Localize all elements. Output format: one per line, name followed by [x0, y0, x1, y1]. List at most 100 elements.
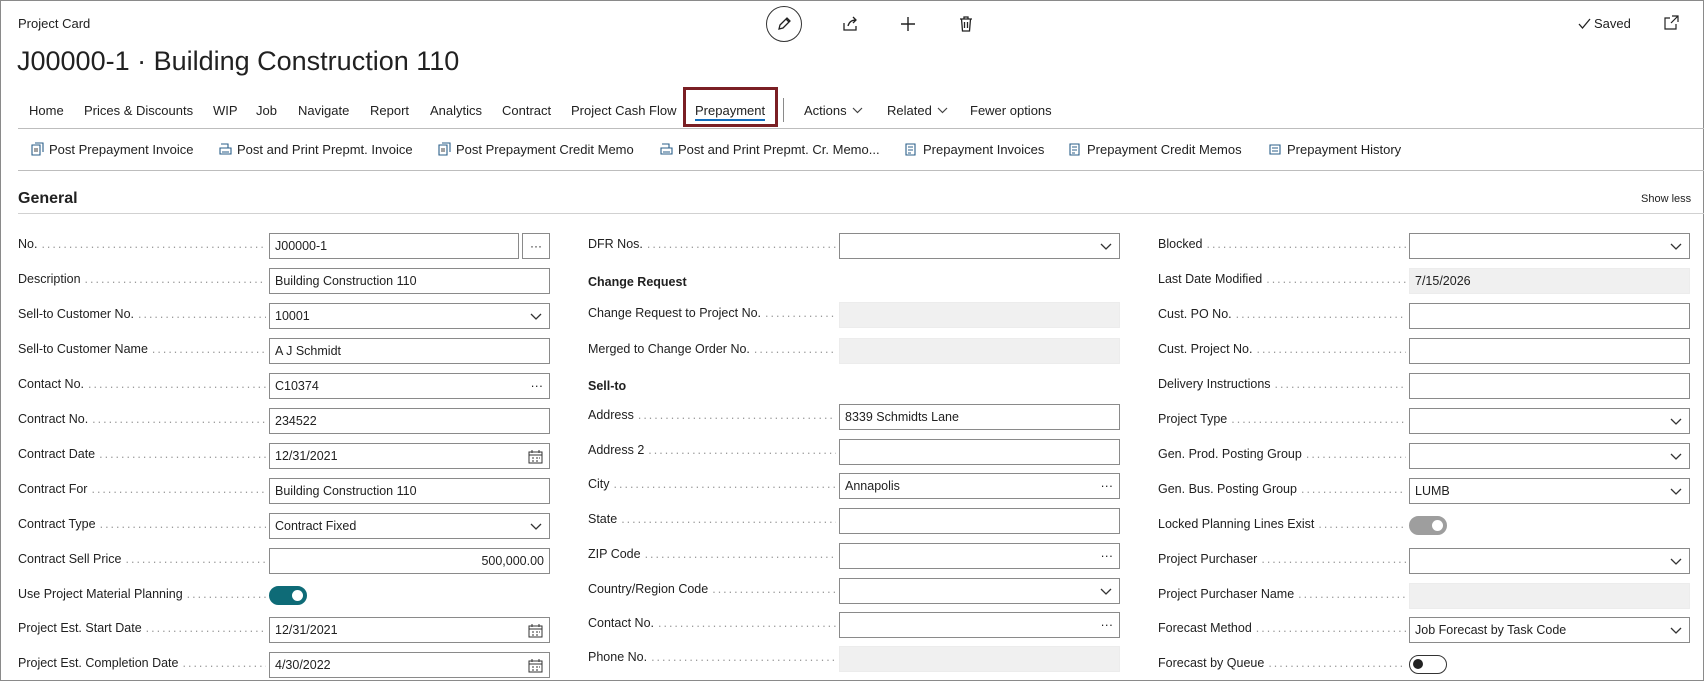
menu-related-dropdown[interactable]: Related: [887, 103, 948, 118]
contract-sell-price-field[interactable]: 500,000.00: [269, 548, 550, 574]
delivery-instructions-field[interactable]: [1409, 373, 1690, 399]
leader-dots: ........................................…: [91, 482, 266, 496]
project-purchaser-field[interactable]: [1409, 548, 1690, 574]
field-row-last-date-modified: Last Date Modified......................…: [1158, 268, 1690, 294]
post-print-icon: [219, 143, 232, 155]
edit-button[interactable]: [766, 6, 802, 42]
calendar-icon: [528, 659, 543, 673]
post-print-icon: [660, 143, 673, 155]
use-project-material-planning-toggle[interactable]: [269, 586, 307, 605]
project-est-completion-date-field[interactable]: 4/30/2022: [269, 652, 550, 678]
divider: [18, 213, 1704, 214]
leader-dots: ........................................…: [84, 272, 266, 286]
city-field[interactable]: Annapolis ···: [839, 473, 1120, 499]
description-field[interactable]: Building Construction 110: [269, 268, 550, 294]
field-value: Building Construction 110: [275, 274, 417, 288]
prepayment-invoices-button[interactable]: Prepayment Invoices: [904, 142, 1044, 157]
state-field[interactable]: [839, 508, 1120, 534]
field-row-contract-no: Contract No.............................…: [18, 408, 550, 434]
contact-no-field[interactable]: C10374 ···: [269, 373, 550, 399]
cust-project-no-field[interactable]: [1409, 338, 1690, 364]
show-less-link[interactable]: Show less: [1641, 193, 1691, 205]
forecast-method-field[interactable]: Job Forecast by Task Code: [1409, 617, 1690, 643]
popout-button[interactable]: [1664, 15, 1679, 33]
contract-type-field[interactable]: Contract Fixed: [269, 513, 550, 539]
country-region-code-field[interactable]: [839, 578, 1120, 604]
contract-date-field[interactable]: 12/31/2021: [269, 443, 550, 469]
lookup-icon: ···: [1100, 479, 1114, 493]
field-label: City....................................…: [588, 477, 836, 491]
leader-dots: ........................................…: [138, 307, 266, 321]
forecast-by-queue-toggle[interactable]: [1409, 655, 1447, 674]
leader-dots: ........................................…: [1266, 272, 1406, 286]
no-lookup-button[interactable]: ···: [522, 233, 550, 259]
sell-to-customer-no-field[interactable]: 10001: [269, 303, 550, 329]
field-row-state: State...................................…: [588, 508, 1120, 534]
field-label-text: Gen. Bus. Posting Group: [1158, 482, 1297, 496]
post-prepayment-credit-memo-button[interactable]: Post Prepayment Credit Memo: [437, 142, 634, 157]
project-type-field[interactable]: [1409, 408, 1690, 434]
chevron-down-icon: [1670, 418, 1682, 425]
leader-dots: ........................................…: [1305, 447, 1406, 461]
dfr-nos-field[interactable]: [839, 233, 1120, 259]
cust-po-no-field[interactable]: [1409, 303, 1690, 329]
action-label: Prepayment Invoices: [923, 142, 1045, 157]
leader-dots: ........................................…: [1268, 656, 1406, 670]
contract-for-field[interactable]: Building Construction 110: [269, 478, 550, 504]
chevron-down-icon: [937, 107, 948, 114]
field-label: Project Type............................…: [1158, 412, 1406, 426]
phone-no-field: [839, 646, 1120, 672]
section-title[interactable]: General: [18, 190, 78, 208]
menu-contract[interactable]: Contract: [502, 103, 551, 118]
zip-code-field[interactable]: ···: [839, 543, 1120, 569]
menu-report[interactable]: Report: [370, 103, 409, 118]
field-row-address-2: Address 2...............................…: [588, 439, 1120, 465]
field-label-text: DFR Nos.: [588, 237, 643, 251]
field-label-text: Contract Type: [18, 517, 96, 531]
field-label-text: Project Est. Completion Date: [18, 656, 179, 670]
gen-prod-posting-group-field[interactable]: [1409, 443, 1690, 469]
blocked-field[interactable]: [1409, 233, 1690, 259]
lookup-icon: ···: [1100, 618, 1114, 632]
post-print-prepmt-invoice-button[interactable]: Post and Print Prepmt. Invoice: [218, 142, 413, 157]
address-field[interactable]: 8339 Schmidts Lane: [839, 404, 1120, 430]
action-label: Post and Print Prepmt. Invoice: [237, 142, 413, 157]
menu-separator: [783, 98, 784, 122]
page-title: J00000-1 · Building Construction 110: [17, 46, 460, 76]
gen-bus-posting-group-field[interactable]: LUMB: [1409, 478, 1690, 504]
field-row-project-est-completion-date: Project Est. Completion Date............…: [18, 652, 550, 678]
chevron-down-icon: [1100, 588, 1112, 595]
menu-wip[interactable]: WIP: [213, 103, 238, 118]
prepayment-history-button[interactable]: Prepayment History: [1268, 142, 1401, 157]
post-prepayment-invoice-button[interactable]: Post Prepayment Invoice: [30, 142, 194, 157]
new-button[interactable]: [898, 14, 918, 34]
menu-actions-dropdown[interactable]: Actions: [804, 103, 863, 118]
post-print-prepmt-cr-memo-button[interactable]: Post and Print Prepmt. Cr. Memo...: [659, 142, 880, 157]
menu-prepayment-active[interactable]: Prepayment: [695, 103, 766, 121]
no-field[interactable]: J00000-1: [269, 233, 519, 259]
menu-analytics[interactable]: Analytics: [430, 103, 482, 118]
leader-dots: ........................................…: [186, 587, 266, 601]
menu-job[interactable]: Job: [256, 103, 277, 118]
menu-project-cash-flow[interactable]: Project Cash Flow: [571, 103, 676, 118]
field-label-text: Contact No.: [18, 377, 85, 391]
field-label: Project Est. Completion Date............…: [18, 656, 266, 670]
menu-home[interactable]: Home: [29, 103, 64, 118]
field-row-merged-to-change-order-no: Merged to Change Order No...............…: [588, 338, 1120, 364]
menu-prices-discounts[interactable]: Prices & Discounts: [84, 103, 193, 118]
address-2-field[interactable]: [839, 439, 1120, 465]
calendar-icon: [528, 450, 543, 464]
sell-to-customer-name-field[interactable]: A J Schmidt: [269, 338, 550, 364]
chevron-down-icon: [1670, 558, 1682, 565]
project-est-start-date-field[interactable]: 12/31/2021: [269, 617, 550, 643]
menu-navigate[interactable]: Navigate: [298, 103, 349, 118]
contract-no-field[interactable]: 234522: [269, 408, 550, 434]
share-button[interactable]: [840, 14, 860, 34]
prepayment-credit-memos-button[interactable]: Prepayment Credit Memos: [1068, 142, 1242, 157]
field-label-text: Description: [18, 272, 81, 286]
lookup-icon: ···: [1100, 549, 1114, 563]
contact-no-field[interactable]: ···: [839, 612, 1120, 638]
delete-button[interactable]: [956, 14, 976, 34]
menu-fewer-options[interactable]: Fewer options: [970, 103, 1052, 118]
field-row-project-purchaser-name: Project Purchaser Name..................…: [1158, 583, 1690, 609]
